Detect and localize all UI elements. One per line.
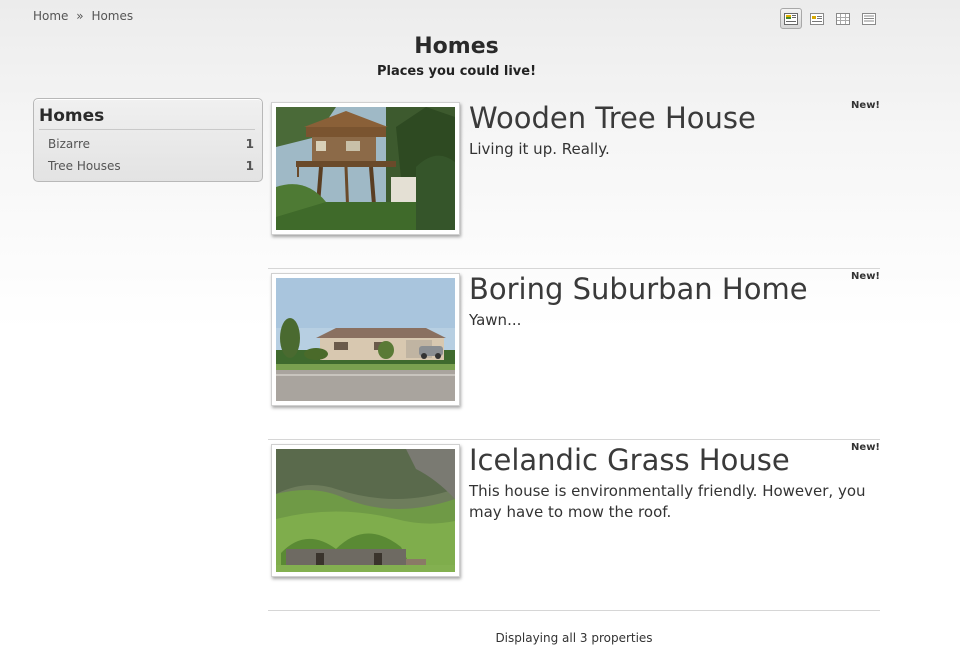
image-list-view-button[interactable] [780,8,802,29]
breadcrumb: Home » Homes [33,9,133,23]
text-list-view-icon [862,12,876,25]
property-description: Yawn... [469,311,522,329]
grid-view-button[interactable] [832,8,854,29]
sidebar-item-count: 1 [245,137,254,151]
sidebar-item-label[interactable]: Bizarre [48,137,90,151]
property-list: Wooden Tree House Living it up. Really. … [268,98,880,611]
new-badge: New! [851,100,880,111]
detail-view-icon [810,12,824,25]
page-subtitle: Places you could live! [376,64,537,79]
property-thumbnail[interactable] [271,444,460,577]
property-item: Boring Suburban Home Yawn... New! [268,269,880,440]
property-thumbnail[interactable] [271,273,460,406]
sidebar-title: Homes [39,99,255,130]
property-title-link[interactable]: Boring Suburban Home [469,272,808,306]
text-list-view-button[interactable] [858,8,880,29]
breadcrumb-home-link[interactable]: Home [33,9,68,23]
breadcrumb-homes-link[interactable]: Homes [91,9,133,23]
breadcrumb-separator: » [76,9,84,23]
sidebar-item-tree-houses[interactable]: Tree Houses 1 [39,155,255,177]
property-item: Icelandic Grass House This house is envi… [268,440,880,611]
category-list: Bizarre 1 Tree Houses 1 [39,130,255,177]
detail-view-button[interactable] [806,8,828,29]
suburban-home-photo [276,278,455,401]
new-badge: New! [851,442,880,453]
sidebar-item-label[interactable]: Tree Houses [48,159,121,173]
property-title-link[interactable]: Wooden Tree House [469,101,756,135]
sidebar-item-count: 1 [245,159,254,173]
tree-house-photo [276,107,455,230]
category-sidebar: Homes Bizarre 1 Tree Houses 1 [33,98,263,182]
property-description: Living it up. Really. [469,140,610,158]
image-list-view-icon [784,12,798,25]
view-switcher [780,8,880,29]
new-badge: New! [851,271,880,282]
page-title: Homes [414,34,499,59]
property-description: This house is environmentally friendly. … [469,482,866,521]
results-summary: Displaying all 3 properties [495,631,653,645]
property-title-link[interactable]: Icelandic Grass House [469,443,790,477]
property-thumbnail[interactable] [271,102,460,235]
grass-house-photo [276,449,455,572]
grid-view-icon [836,12,850,25]
property-item: Wooden Tree House Living it up. Really. … [268,98,880,269]
sidebar-item-bizarre[interactable]: Bizarre 1 [39,133,255,155]
